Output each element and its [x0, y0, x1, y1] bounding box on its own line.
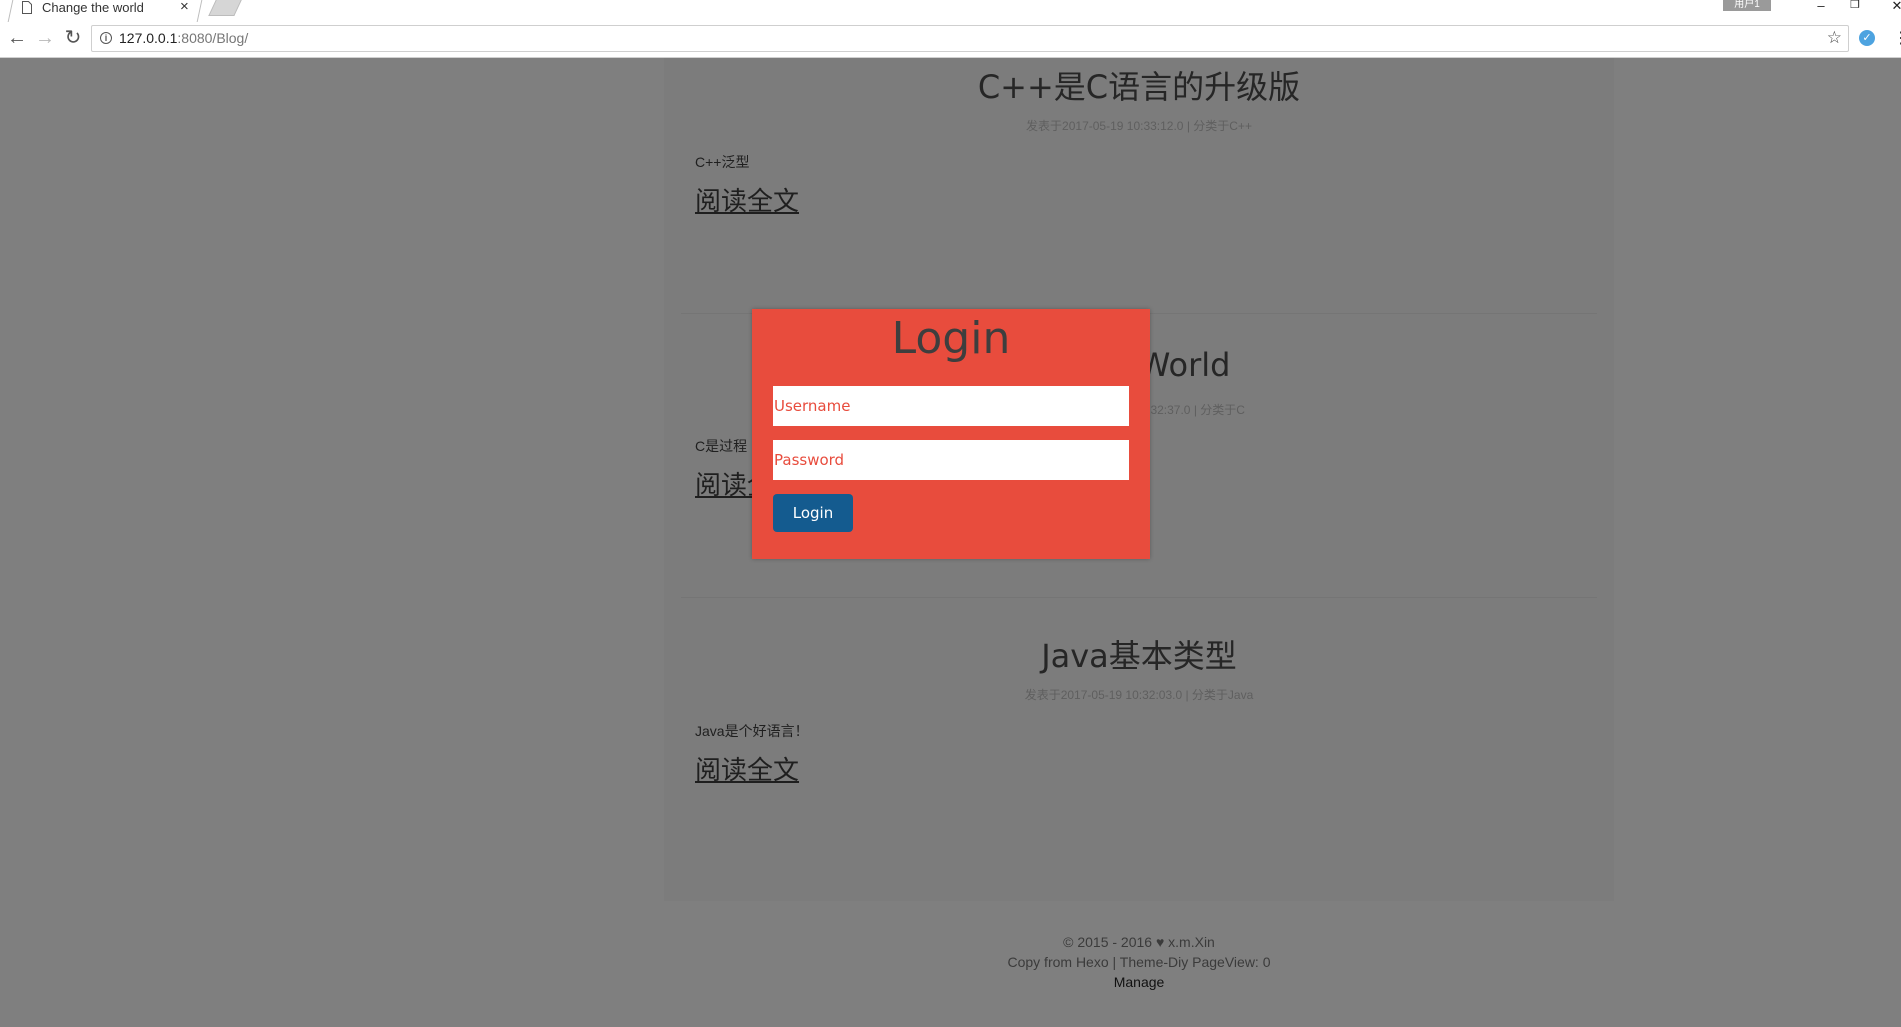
- password-input[interactable]: [773, 440, 1129, 480]
- post-excerpt: C++泛型: [695, 154, 750, 170]
- post-title[interactable]: C++是C语言的升级版: [664, 62, 1614, 108]
- manage-link[interactable]: Manage: [664, 972, 1614, 992]
- browser-toolbar: ← → ↻ i 127.0.0.1:8080/Blog/ ☆ ✓ ⋮: [0, 22, 1901, 58]
- tab-close-icon[interactable]: ×: [180, 0, 189, 15]
- footer-credits: Copy from Hexo | Theme-Diy PageView: 0: [1007, 954, 1271, 970]
- restore-icon[interactable]: ❐: [1845, 0, 1865, 11]
- back-icon[interactable]: ←: [6, 27, 28, 49]
- post-meta: 发表于2017-05-19 10:32:03.0 | 分类于Java: [1024, 688, 1254, 702]
- tab-title: Change the world: [42, 0, 144, 15]
- username-input[interactable]: [773, 386, 1129, 426]
- tab-strip: Change the world × 用户1 – ❐ ✕: [0, 0, 1901, 22]
- browser-tab-content[interactable]: Change the world ×: [22, 0, 192, 22]
- close-window-icon[interactable]: ✕: [1887, 0, 1901, 14]
- browser-menu-icon[interactable]: ⋮: [1893, 28, 1901, 48]
- read-more-link[interactable]: 阅读全文: [695, 750, 799, 787]
- login-title: Login: [891, 313, 1011, 364]
- post-excerpt: C是过程: [695, 438, 748, 454]
- page-footer: © 2015 - 2016 ♥ x.m.Xin Copy from Hexo |…: [664, 932, 1614, 992]
- login-modal: Login Login: [752, 309, 1150, 559]
- login-button[interactable]: Login: [773, 494, 853, 532]
- bookmark-star-icon[interactable]: ☆: [1827, 28, 1842, 48]
- new-tab-button[interactable]: [208, 0, 242, 16]
- post-divider: [681, 597, 1597, 598]
- post-meta: 发表于2017-05-19 10:33:12.0 | 分类于C++: [1026, 119, 1252, 133]
- post-title[interactable]: Java基本类型: [664, 631, 1614, 677]
- profile-badge[interactable]: 用户1: [1723, 0, 1771, 11]
- page-icon: [22, 1, 32, 14]
- read-more-link[interactable]: 阅读全文: [695, 181, 799, 218]
- post-card: Java基本类型 发表于2017-05-19 10:32:03.0 | 分类于J…: [664, 627, 1614, 911]
- post-excerpt: Java是个好语言！: [695, 723, 809, 739]
- url-text[interactable]: 127.0.0.1:8080/Blog/: [119, 30, 248, 46]
- reload-icon[interactable]: ↻: [62, 27, 84, 49]
- address-bar[interactable]: i 127.0.0.1:8080/Blog/ ☆: [91, 25, 1849, 52]
- forward-icon[interactable]: →: [34, 27, 56, 49]
- extension-icon[interactable]: ✓: [1859, 30, 1875, 46]
- info-icon[interactable]: i: [100, 32, 112, 44]
- footer-copyright: © 2015 - 2016 ♥ x.m.Xin: [1063, 934, 1215, 950]
- post-card: C++是C语言的升级版 发表于2017-05-19 10:33:12.0 | 分…: [664, 58, 1614, 342]
- minimize-icon[interactable]: –: [1811, 0, 1831, 13]
